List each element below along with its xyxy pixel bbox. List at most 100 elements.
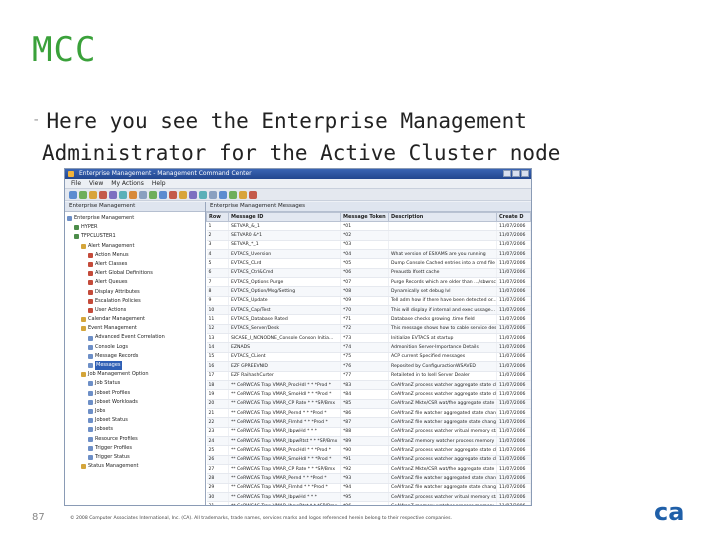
table-row[interactable]: 15 EVTACS_CLient *75 ACP current Specified … xyxy=(206,352,531,363)
toolbar-button-icon[interactable] xyxy=(159,191,167,199)
tree-item[interactable]: User Actions xyxy=(67,306,205,315)
tree-item[interactable]: Action Menus xyxy=(67,251,205,260)
right-pane-header[interactable]: Enterprise Management Messages xyxy=(206,202,531,212)
table-row[interactable]: 5 EVTACS_CLrd *05 Dump Console Cached entri… xyxy=(206,258,531,269)
table-row[interactable]: 23 ** CeRWCAS Trap VMAR_IbpwHd * * * *88 Ce… xyxy=(206,427,531,437)
column-header[interactable]: Message Token xyxy=(340,212,389,222)
table-cell: ** CeRWCAS Trap VMAR_ProcHdl * * *Prod * xyxy=(228,445,341,456)
table-row[interactable]: 31** CeRWCAS Trap VMAR_IbpwRtst * * *SP/… xyxy=(206,501,531,505)
tree-item[interactable]: Enterprise Management xyxy=(67,214,205,223)
column-header[interactable]: Create D xyxy=(496,212,531,222)
menu-file[interactable]: File xyxy=(71,179,81,188)
table-row[interactable]: 18 ** CeRWCAS Trap VMAR_ProcHdl * * *Prod… xyxy=(206,380,531,391)
toolbar-button-icon[interactable] xyxy=(219,191,227,199)
table-row[interactable]: 27 ** CeRWCAS Trap VMAR_CP Rate * * *SP/B… xyxy=(206,464,531,475)
table-row[interactable]: 14 EZNADS *74 Admonition Server-Importance … xyxy=(206,342,531,353)
toolbar-button-icon[interactable] xyxy=(109,191,117,199)
table-row[interactable]: 6 EVTACS_Ctrl&Cmd *06 Preaustb Ifsett cache… xyxy=(206,268,531,279)
toolbar-button-icon[interactable] xyxy=(189,191,197,199)
tree-item[interactable]: Trigger Status xyxy=(67,453,205,462)
menu-my-actions[interactable]: My Actions xyxy=(111,179,144,188)
toolbar-button-icon[interactable] xyxy=(129,191,137,199)
table-row[interactable]: 19 ** CeRWCAS Trap VMAR_SmoHdl * * *Prod … xyxy=(206,389,531,400)
toolbar-button-icon[interactable] xyxy=(79,191,87,199)
close-icon[interactable] xyxy=(521,170,529,177)
column-header[interactable]: Description xyxy=(388,212,497,222)
table-row[interactable]: 22 ** CeRWCAS Trap VMAR_Flmhd * * *Prod *… xyxy=(206,417,531,428)
table-row[interactable]: 11 EVTACS_Database Rated *71 Database check… xyxy=(206,314,531,325)
tree-item-label: Messages xyxy=(95,361,122,371)
table-row[interactable]: 28 ** CeRWCAS Trap VMAR_Pernd * * *Prod *… xyxy=(206,473,531,484)
table-cell: 11/07/2006 xyxy=(496,492,531,503)
toolbar-button-icon[interactable] xyxy=(69,191,77,199)
tree-item[interactable]: Calendar Management xyxy=(67,315,205,324)
table-row[interactable]: 24 ** CeRWCAS Trap VMAR_IbpwRtst * * *SP/… xyxy=(206,436,531,447)
table-row[interactable]: 10 EVTACS_Cap/Test *70 This will display if… xyxy=(206,305,531,316)
table-row[interactable]: 12 EVTACS_Server/Desk *72 This message show… xyxy=(206,324,531,335)
tree-item[interactable]: Advanced Event Correlation xyxy=(67,333,205,342)
toolbar-button-icon[interactable] xyxy=(99,191,107,199)
left-pane-header[interactable]: Enterprise Management xyxy=(65,202,205,212)
tree-item[interactable]: Console Logs xyxy=(67,343,205,352)
table-cell: 11/07/2006 xyxy=(496,417,531,428)
column-header[interactable]: Row xyxy=(206,212,229,222)
toolbar-button-icon[interactable] xyxy=(239,191,247,199)
toolbar-button-icon[interactable] xyxy=(89,191,97,199)
toolbar-button-icon[interactable] xyxy=(139,191,147,199)
tree-item[interactable]: Display Attributes xyxy=(67,288,205,297)
tree-item[interactable]: Jobset Profiles xyxy=(67,389,205,398)
toolbar-button-icon[interactable] xyxy=(209,191,217,199)
table-row[interactable]: 17 EZF RaihashCurter *77 Retaileted in to I… xyxy=(206,371,531,381)
table-row[interactable]: 13 SICASE_I_NCNODNE_Console Conson Initia… xyxy=(206,333,531,344)
tree-item[interactable]: Jobset Workloads xyxy=(67,398,205,407)
tree-item[interactable]: Messages xyxy=(67,361,205,371)
tree-item[interactable]: Resource Profiles xyxy=(67,435,205,444)
toolbar-button-icon[interactable] xyxy=(149,191,157,199)
table-row[interactable]: 21 ** CeRWCAS Trap VMAR_Pernd * * *Prod *… xyxy=(206,408,531,419)
tree-item[interactable]: Alert Global Definitions xyxy=(67,269,205,278)
tree-item[interactable]: TFPCLUSTER1 xyxy=(67,232,205,241)
tree-item[interactable]: Alert Classes xyxy=(67,260,205,269)
menu-help[interactable]: Help xyxy=(152,179,166,188)
toolbar-button-icon[interactable] xyxy=(169,191,177,199)
table-cell: ** CeRWCAS Trap VMAR_Pernd * * *Prod * xyxy=(228,473,341,484)
tree-item[interactable]: Jobset Status xyxy=(67,416,205,425)
tree-item[interactable]: Trigger Profiles xyxy=(67,444,205,453)
tree-item[interactable]: Jobsets xyxy=(67,425,205,434)
toolbar-button-icon[interactable] xyxy=(249,191,257,199)
table-row[interactable]: 4 EVTACS_Uversion *04 What version of ESXAM… xyxy=(206,249,531,260)
tree-item[interactable]: Status Management xyxy=(67,462,205,471)
tree-item[interactable]: Alert Management xyxy=(67,242,205,251)
tree-node-icon xyxy=(81,317,86,323)
table-cell: Dump Console Cached entries into a cmd f… xyxy=(388,258,497,269)
minimize-icon[interactable] xyxy=(503,170,511,177)
table-row[interactable]: 25 ** CeRWCAS Trap VMAR_ProcHdl * * *Prod… xyxy=(206,445,531,456)
tree-item[interactable]: HYPER xyxy=(67,223,205,232)
maximize-icon[interactable] xyxy=(512,170,520,177)
table-row[interactable]: 26 ** CeRWCAS Trap VMAR_SmoHdl * * *Prod … xyxy=(206,455,531,465)
toolbar-button-icon[interactable] xyxy=(229,191,237,199)
toolbar-button-icon[interactable] xyxy=(179,191,187,199)
table-row[interactable]: 16 EZF GPREEVNID *76 Reposited by Configura… xyxy=(206,361,531,372)
tree-item[interactable]: Escalation Policies xyxy=(67,297,205,306)
tree-item[interactable]: Alert Queues xyxy=(67,278,205,287)
table-row[interactable]: 20 ** CeRWCAS Trap VMAR_CP Rate * * *SP/B… xyxy=(206,399,531,409)
table-cell: *93 xyxy=(340,473,389,484)
tree-item[interactable]: Message Records xyxy=(67,352,205,361)
table-row[interactable]: 1 SETVAR_&_1 *01 11/07/2006 xyxy=(206,221,531,232)
column-header[interactable]: Message ID xyxy=(228,212,341,222)
tree-item[interactable]: Event Management xyxy=(67,324,205,333)
menu-view[interactable]: View xyxy=(89,179,103,188)
table-row[interactable]: 29 ** CeRWCAS Trap VMAR_Flmhd * * *Prod *… xyxy=(206,483,531,493)
toolbar-button-icon[interactable] xyxy=(119,191,127,199)
tree-item[interactable]: Job Status xyxy=(67,379,205,388)
table-row[interactable]: 9 EVTACS_Update *09 Tell adm how if there h… xyxy=(206,296,531,307)
toolbar-button-icon[interactable] xyxy=(199,191,207,199)
table-row[interactable]: 30 ** CeRWCAS Trap VMAR_IbpwHd * * * *95 Ce… xyxy=(206,492,531,503)
table-row[interactable]: 3 SETVAR_*_1 *03 11/07/2006 xyxy=(206,240,531,251)
table-row[interactable]: 7 EVTACS_Options Purge *07 Purge Records wh… xyxy=(206,277,531,288)
tree-item[interactable]: Job Management Option xyxy=(67,370,205,379)
tree-item[interactable]: Jobs xyxy=(67,407,205,416)
table-row[interactable]: 2 SETVAR0 &*1 *02 11/07/2006 xyxy=(206,230,531,241)
table-row[interactable]: 8 EVTACS_Option/Msg/Setting *08 Dynamically… xyxy=(206,286,531,297)
